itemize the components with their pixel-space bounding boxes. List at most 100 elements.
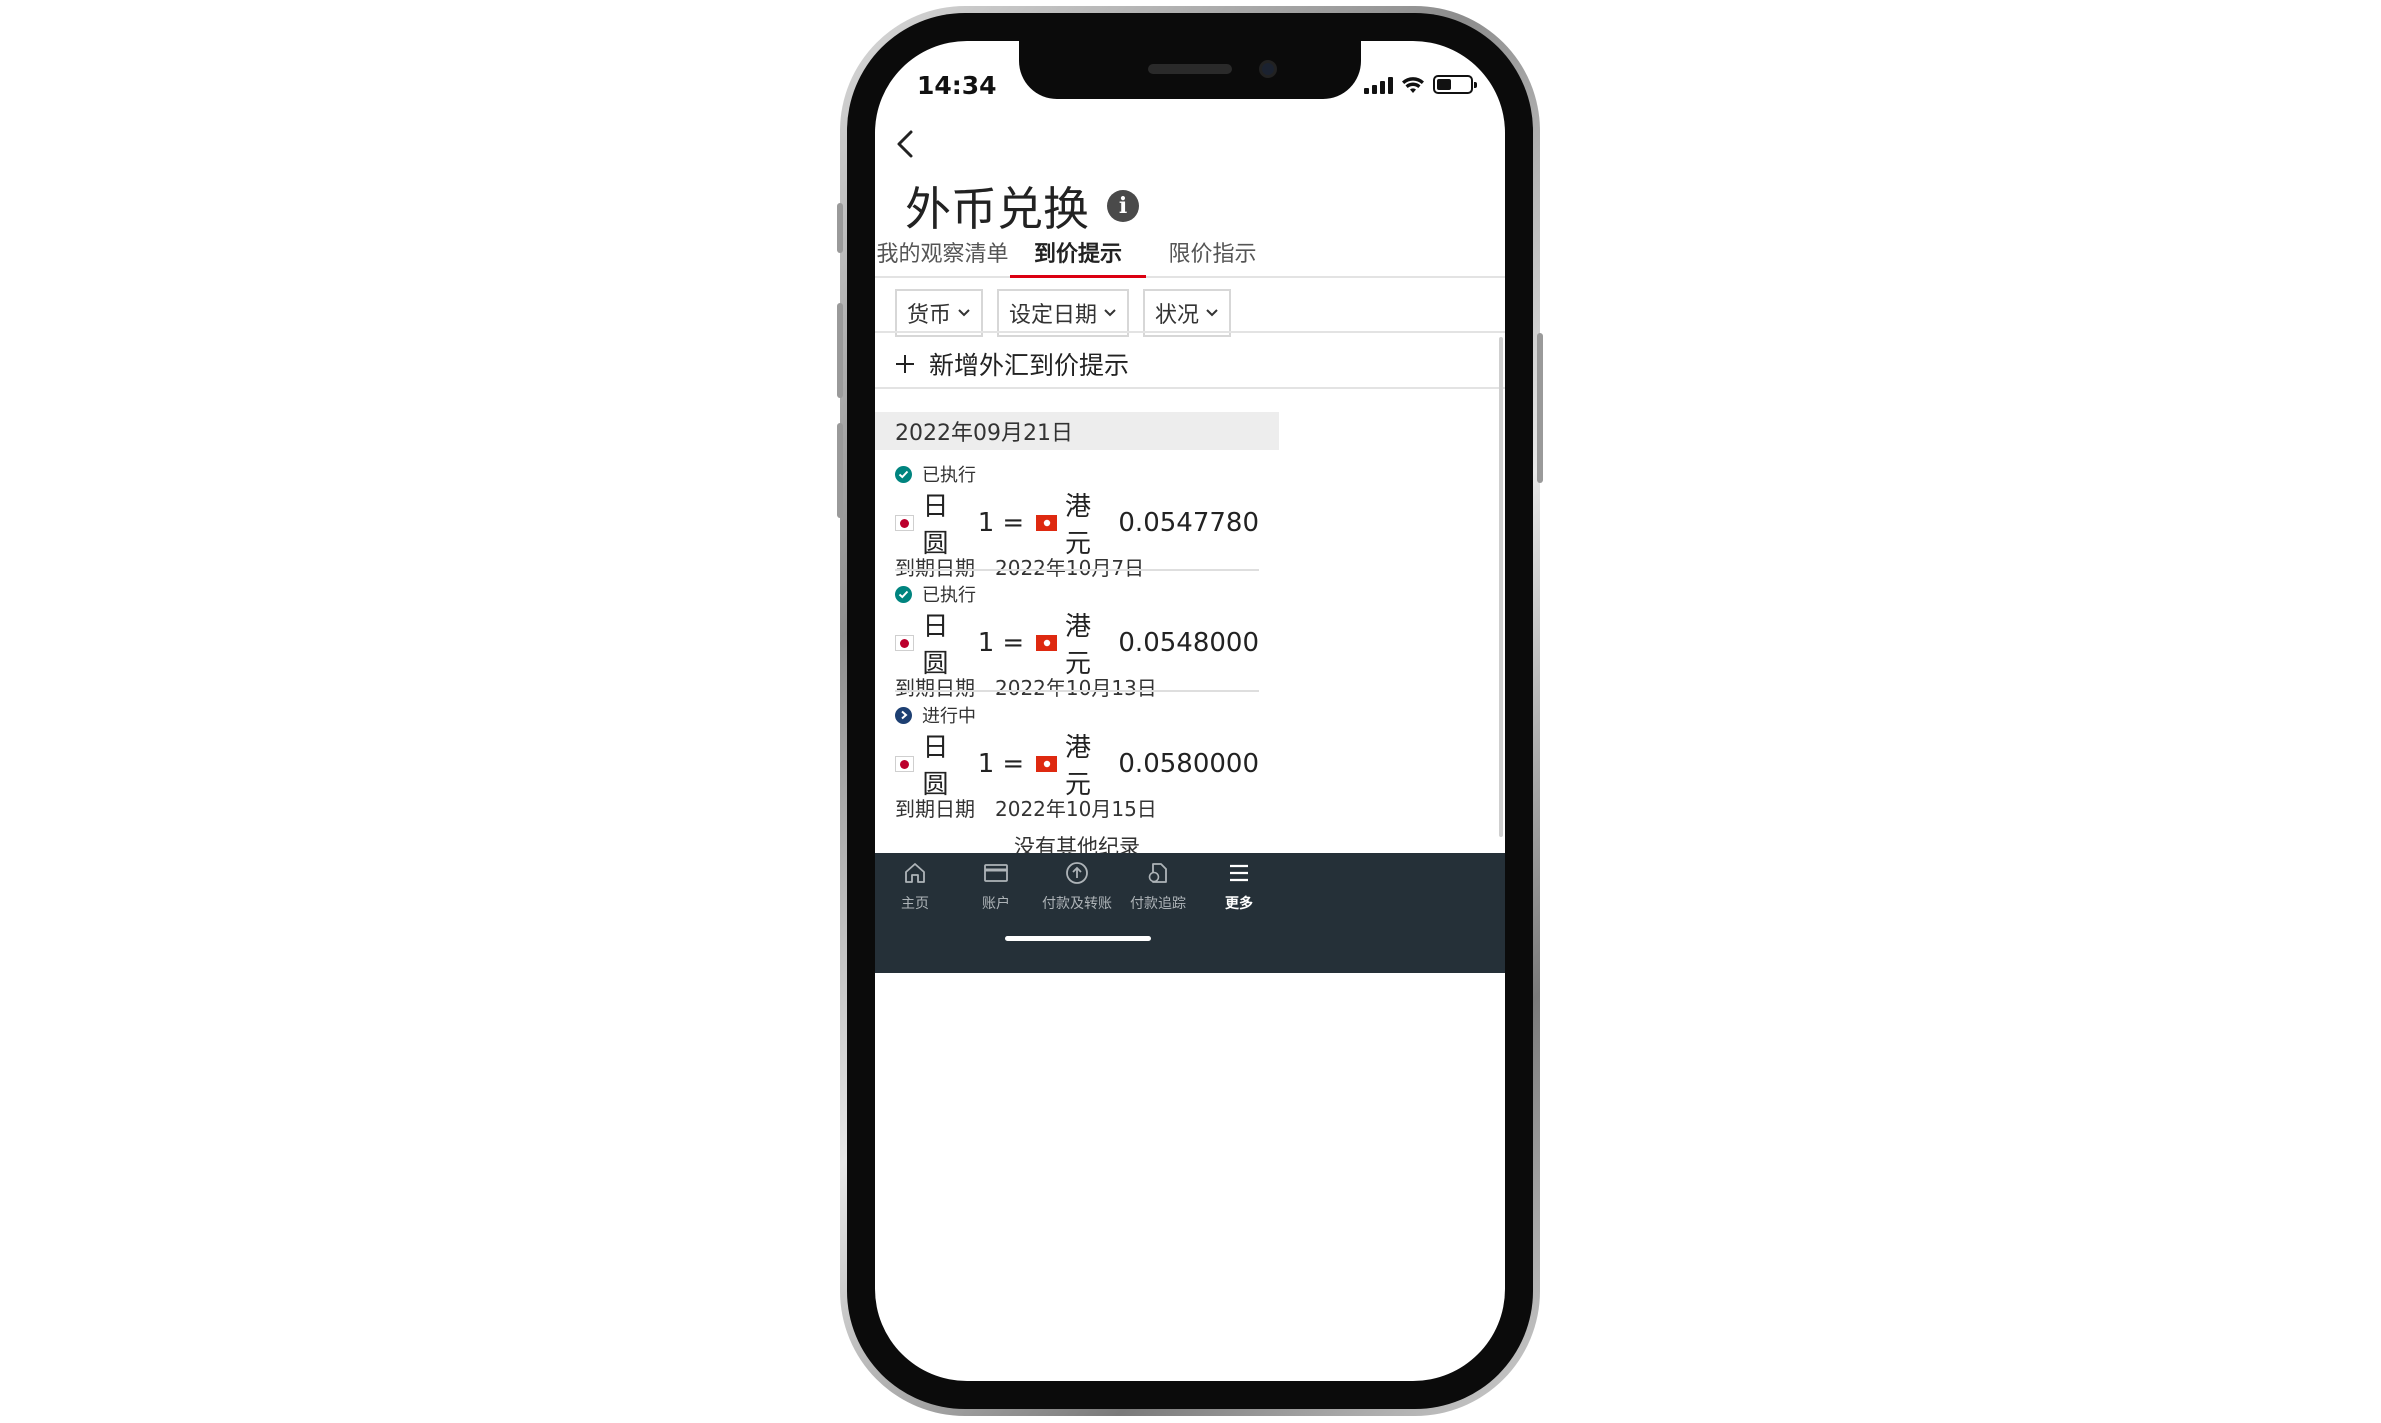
- app-screen: 14:34 外币兑换 i 我的观察清单 到价提示 限价指示 货币 设定日期 状况…: [875, 41, 1505, 1381]
- document-tracking-icon: [1148, 863, 1167, 883]
- scrollbar[interactable]: [1499, 337, 1503, 837]
- equals-sign: =: [1002, 508, 1025, 538]
- rate-line: 日圆 1 = 港元 0.0580000: [895, 733, 1259, 800]
- to-currency: 港元: [1065, 612, 1092, 679]
- nav-home-label: 主页: [901, 896, 929, 912]
- add-alert-label: 新增外汇到价提示: [929, 351, 1130, 380]
- currency-filter-label: 货币: [907, 303, 952, 328]
- rate-line: 日圆 1 = 港元 0.0548000: [895, 612, 1259, 679]
- japan-flag-icon: [895, 515, 915, 531]
- filter-bar: 货币 设定日期 状况: [895, 289, 1232, 337]
- chevron-down-icon: [1206, 309, 1218, 317]
- phone-frame: 14:34 外币兑换 i 我的观察清单 到价提示 限价指示 货币 设定日期 状况…: [837, 6, 1543, 1416]
- nav-payment-tracking-label: 付款追踪: [1130, 896, 1186, 912]
- record-status: 进行中: [895, 701, 1259, 729]
- record-status-label: 已执行: [922, 465, 976, 486]
- check-circle-icon: [895, 585, 912, 603]
- expiry-label: 到期日期: [895, 797, 975, 821]
- expiry-date: 2022年10月15日: [995, 797, 1157, 821]
- set-date-filter[interactable]: 设定日期: [997, 289, 1130, 337]
- bottom-nav: 主页 账户 付款及转账 付款追踪 更多: [875, 853, 1505, 973]
- mute-switch: [837, 203, 843, 253]
- home-icon: [905, 863, 925, 883]
- nav-accounts[interactable]: 账户: [956, 861, 1036, 913]
- nav-more-label: 更多: [1225, 896, 1253, 912]
- record-status: 已执行: [895, 580, 1259, 608]
- set-date-filter-label: 设定日期: [1009, 303, 1098, 328]
- alert-record[interactable]: 已执行 日圆 1 = 港元 0.0547780 到期日期 2022年10月7日: [895, 460, 1259, 581]
- chevron-right-circle-icon: [895, 706, 912, 724]
- nav-payment-tracking[interactable]: 付款追踪: [1118, 861, 1198, 913]
- to-currency: 港元: [1065, 492, 1092, 559]
- chevron-left-icon: [897, 130, 913, 158]
- to-rate: 0.0548000: [1118, 628, 1259, 658]
- divider: [875, 331, 1505, 333]
- chevron-down-icon: [958, 309, 970, 317]
- alert-record[interactable]: 进行中 日圆 1 = 港元 0.0580000 到期日期 2022年10月15日: [895, 701, 1259, 822]
- expiry-label: 到期日期: [895, 556, 975, 580]
- from-amount: 1: [977, 749, 995, 779]
- from-amount: 1: [977, 628, 995, 658]
- tab-rate-alerts[interactable]: 到价提示: [1010, 236, 1146, 278]
- nav-payments-label: 付款及转账: [1042, 896, 1112, 912]
- nav-home[interactable]: 主页: [875, 861, 955, 913]
- japan-flag-icon: [895, 635, 915, 651]
- rate-line: 日圆 1 = 港元 0.0547780: [895, 492, 1259, 559]
- alert-record[interactable]: 已执行 日圆 1 = 港元 0.0548000 到期日期 2022年10月13日: [895, 580, 1259, 701]
- record-status-label: 已执行: [922, 585, 976, 606]
- nav-payments[interactable]: 付款及转账: [1037, 861, 1117, 913]
- power-button: [1537, 333, 1543, 483]
- volume-down-button: [837, 423, 843, 518]
- expiry-date: 2022年10月7日: [995, 556, 1145, 580]
- status-icons: [1364, 75, 1477, 94]
- plus-icon: [896, 355, 914, 373]
- divider: [895, 569, 1259, 571]
- tab-limit-orders[interactable]: 限价指示: [1146, 236, 1279, 278]
- date-group-header: 2022年09月21日: [875, 412, 1279, 450]
- status-filter[interactable]: 状况: [1143, 289, 1232, 337]
- back-button[interactable]: [885, 119, 925, 169]
- speaker: [1148, 64, 1232, 74]
- tab-watchlist[interactable]: 我的观察清单: [875, 236, 1010, 278]
- from-currency: 日圆: [922, 492, 949, 559]
- expiry-label: 到期日期: [895, 676, 975, 700]
- equals-sign: =: [1002, 749, 1025, 779]
- from-currency: 日圆: [922, 612, 949, 679]
- expiry-line: 到期日期 2022年10月15日: [895, 793, 1259, 822]
- divider: [895, 690, 1259, 692]
- currency-filter[interactable]: 货币: [895, 289, 984, 337]
- volume-up-button: [837, 303, 843, 398]
- add-alert-button[interactable]: 新增外汇到价提示: [895, 346, 1129, 382]
- nav-accounts-label: 账户: [982, 896, 1010, 912]
- check-circle-icon: [895, 465, 912, 483]
- wifi-icon: [1402, 76, 1424, 93]
- to-currency: 港元: [1065, 733, 1092, 800]
- active-tab-indicator: [1010, 275, 1146, 278]
- hong-kong-flag-icon: [1036, 756, 1058, 772]
- status-time: 14:34: [917, 71, 997, 100]
- equals-sign: =: [1002, 628, 1025, 658]
- from-amount: 1: [977, 508, 995, 538]
- info-icon[interactable]: i: [1107, 190, 1139, 222]
- record-status: 已执行: [895, 460, 1259, 488]
- upload-circle-icon: [1066, 862, 1088, 884]
- phone-bezel: 14:34 外币兑换 i 我的观察清单 到价提示 限价指示 货币 设定日期 状况…: [837, 13, 1543, 1409]
- expiry-date: 2022年10月13日: [995, 676, 1157, 700]
- home-indicator[interactable]: [1005, 936, 1151, 941]
- tab-bar: 我的观察清单 到价提示 限价指示: [875, 236, 1505, 278]
- front-camera: [1259, 60, 1277, 78]
- menu-icon: [1230, 864, 1248, 882]
- hong-kong-flag-icon: [1036, 635, 1058, 651]
- page-title-row: 外币兑换 i: [905, 173, 1139, 239]
- nav-more[interactable]: 更多: [1199, 861, 1279, 913]
- chevron-down-icon: [1104, 309, 1116, 317]
- notch: [1019, 41, 1361, 99]
- from-currency: 日圆: [922, 733, 949, 800]
- to-rate: 0.0547780: [1118, 508, 1259, 538]
- battery-icon: [1433, 75, 1477, 94]
- divider: [875, 387, 1505, 389]
- expiry-line: 到期日期 2022年10月7日: [895, 552, 1259, 581]
- cellular-signal-icon: [1364, 76, 1393, 94]
- status-filter-label: 状况: [1155, 303, 1200, 328]
- hong-kong-flag-icon: [1036, 515, 1058, 531]
